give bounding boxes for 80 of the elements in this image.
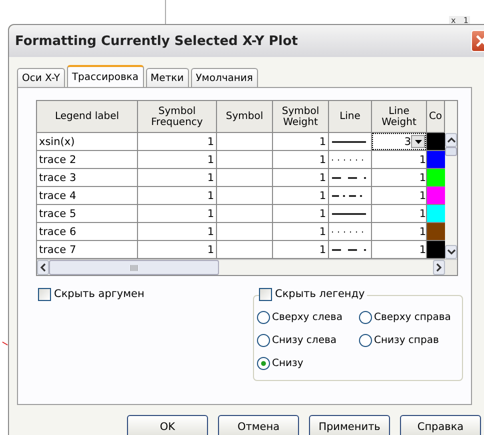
grip-icon [130, 264, 138, 270]
table-cell: 1 [138, 205, 217, 223]
radio-button[interactable] [257, 310, 270, 324]
scroll-thumb[interactable] [445, 147, 457, 156]
table-cell [217, 169, 273, 187]
horizontal-scrollbar[interactable] [37, 259, 457, 275]
color-swatch[interactable] [427, 169, 445, 186]
checkbox[interactable] [38, 288, 51, 300]
radio-label[interactable]: Снизу [272, 358, 304, 368]
plot-border-line [165, 0, 166, 25]
column-header[interactable]: Line [329, 101, 372, 133]
color-swatch[interactable] [427, 187, 445, 204]
tab[interactable]: Оси X-Y [17, 68, 65, 87]
radio-label[interactable]: Сверху слева [272, 312, 342, 322]
table-cell: trace 5 [37, 205, 138, 223]
table-cell: 1 [273, 223, 329, 241]
table-cell: xsin(x) [37, 133, 138, 151]
scroll-down-button[interactable] [445, 245, 457, 259]
checkbox[interactable] [259, 288, 272, 300]
radio-label[interactable]: Снизу слева [272, 334, 336, 346]
color-swatch[interactable] [427, 223, 445, 240]
radio-label[interactable]: Снизу справ [374, 334, 439, 346]
table-cell: 1 [419, 172, 426, 184]
tab[interactable]: Умолчания [190, 68, 258, 87]
column-header[interactable]: Symbol [217, 101, 273, 133]
scroll-thumb[interactable] [49, 260, 219, 275]
scroll-up-button[interactable] [445, 133, 457, 147]
table-cell: 1 [419, 208, 426, 220]
checkbox-label[interactable]: Скрыть аргумен [54, 288, 144, 300]
table-cell [217, 223, 273, 241]
table-cell: 1 [419, 226, 426, 238]
column-header[interactable]: Co [427, 101, 445, 133]
line-weight-dropdown[interactable]: 3 [372, 133, 426, 150]
column-header[interactable]: Line Weight [372, 101, 427, 133]
table-cell [217, 187, 273, 205]
radio-button[interactable] [359, 310, 372, 324]
table-cell [217, 151, 273, 169]
column-header[interactable]: Symbol Weight [273, 101, 329, 133]
table-cell: 1 [273, 169, 329, 187]
radio-button[interactable] [257, 356, 270, 370]
tab[interactable]: Трассировка [66, 65, 144, 87]
dialog-button[interactable]: Отмена [218, 415, 299, 435]
table-cell: trace 2 [37, 151, 138, 169]
dialog-button[interactable]: OK [127, 415, 208, 435]
table-cell: 1 [273, 205, 329, 223]
color-swatch[interactable] [427, 241, 445, 258]
table-cell [217, 205, 273, 223]
table-cell: 1 [138, 223, 217, 241]
table-cell: 1 [273, 133, 329, 151]
scroll-right-button[interactable] [433, 260, 445, 275]
scrollbar-corner [445, 260, 457, 275]
table-cell: 1 [138, 169, 217, 187]
tab[interactable]: Метки [146, 68, 189, 87]
color-swatch[interactable] [427, 205, 445, 222]
dialog-button[interactable]: Справка [400, 415, 481, 435]
table-cell: trace 6 [37, 223, 138, 241]
radio-button[interactable] [257, 334, 270, 346]
table-cell: trace 3 [37, 169, 138, 187]
table-cell: 1 [273, 187, 329, 205]
table-cell: 1 [273, 151, 329, 169]
table-cell: 1 [138, 151, 217, 169]
table-cell: trace 4 [37, 187, 138, 205]
dialog-button[interactable]: Применить [309, 415, 390, 435]
color-swatch[interactable] [427, 133, 445, 150]
table-cell [217, 133, 273, 151]
checkbox-label[interactable]: Скрыть легенду [275, 288, 365, 300]
table-cell: 1 [419, 154, 426, 166]
table-cell: 1 [419, 190, 426, 202]
color-swatch[interactable] [427, 151, 445, 168]
column-header[interactable]: Symbol Frequency [138, 101, 217, 133]
table-cell: 1 [138, 133, 217, 151]
table-cell: 1 [419, 244, 426, 256]
window-title: Formatting Currently Selected X-Y Plot [15, 34, 298, 48]
radio-button[interactable] [359, 334, 372, 346]
radio-label[interactable]: Сверху справа [374, 312, 451, 322]
table-cell: 1 [138, 187, 217, 205]
scroll-left-button[interactable] [37, 260, 49, 275]
dropdown-arrow-icon [414, 140, 422, 144]
vertical-scrollbar[interactable] [445, 101, 457, 259]
column-header[interactable]: Legend label [37, 101, 138, 133]
